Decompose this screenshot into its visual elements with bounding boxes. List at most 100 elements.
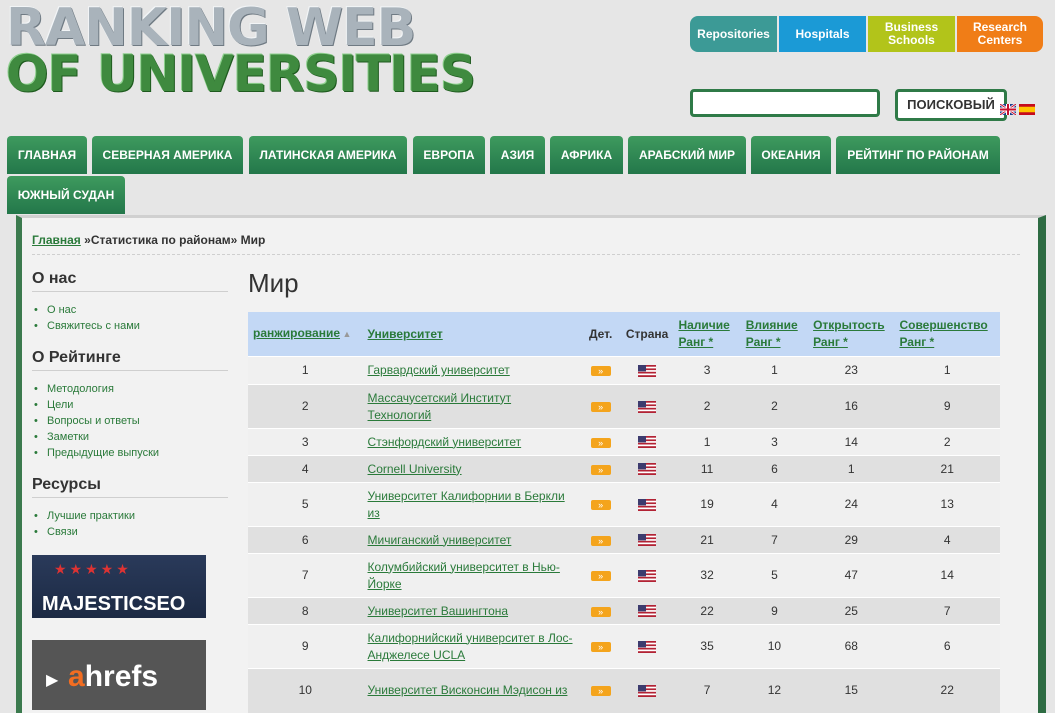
column-rank[interactable]: ранжирование ▲ [248,312,363,357]
details-button[interactable]: » [590,402,611,412]
sidebar-item-about-us[interactable]: О нас [32,302,140,318]
sidebar-item-notes[interactable]: Заметки [32,429,159,445]
nav-europe[interactable]: ЕВРОПА [413,136,485,174]
top-category-buttons: Repositories Hospitals Business Schools … [690,16,1043,52]
openness-rank-cell: 47 [808,553,895,598]
rank-cell: 8 [248,597,363,625]
majestic-seo-banner[interactable]: ★★★★★ MAJESTICSEO [32,555,206,618]
table-row: 6 Мичиганский университет » 21 7 29 4 [248,526,1000,554]
sidebar-item-best-practices[interactable]: Лучшие практики [32,508,135,524]
search-input[interactable] [690,89,880,117]
details-cell: » [580,526,621,554]
impact-rank-cell: 10 [740,624,809,669]
rank-cell: 7 [248,553,363,598]
nav-asia[interactable]: АЗИЯ [490,136,545,174]
sidebar-item-previous-editions[interactable]: Предыдущие выпуски [32,445,159,461]
column-university[interactable]: Университет [362,312,581,357]
impact-rank-cell: 12 [740,668,809,713]
research-centers-button[interactable]: Research Centers [957,16,1043,52]
sidebar-item-links[interactable]: Связи [32,524,135,540]
rank-cell: 5 [248,482,363,527]
country-cell [620,597,674,625]
openness-rank-cell: 14 [808,428,895,456]
nav-arab-world[interactable]: АРАБСКИЙ МИР [628,136,746,174]
nav-north-america[interactable]: СЕВЕРНАЯ АМЕРИКА [92,136,243,174]
excellence-rank-cell: 14 [894,553,1000,598]
university-link[interactable]: Университет Вашингтона [362,597,581,625]
ahrefs-label: ahrefs [68,660,159,693]
details-button[interactable]: » [590,642,611,652]
nav-latin-america[interactable]: ЛАТИНСКАЯ АМЕРИКА [249,136,407,174]
details-button[interactable]: » [590,535,611,546]
university-link[interactable]: Университет Калифорнии в Беркли из [362,482,581,527]
details-cell: » [580,597,621,625]
table-row: 10 Университет Висконсин Мэдисон из » 7 12 15… [248,668,1000,713]
country-cell [620,455,674,483]
table-row: 8 Университет Вашингтона » 22 9 25 7 [248,597,1000,625]
details-button[interactable]: » [590,686,611,697]
page-title: Мир [248,268,299,298]
uk-flag-icon[interactable] [1000,104,1016,115]
column-excellence[interactable]: Совершенство Ранг * [894,312,1000,357]
details-button[interactable]: » [590,571,611,581]
table-row: 7 Колумбийский университет в Нью-Йорке » 32… [248,553,1000,598]
impact-rank-cell: 1 [740,356,809,385]
nav-oceania[interactable]: ОКЕАНИЯ [751,136,831,174]
university-link[interactable]: Колумбийский университет в Нью-Йорке [362,553,581,598]
sidebar-item-faq[interactable]: Вопросы и ответы [32,413,159,429]
university-link[interactable]: Стэнфордский университет [362,428,581,456]
university-link[interactable]: Университет Висконсин Мэдисон из [362,668,581,713]
presence-rank-cell: 11 [673,455,741,483]
university-link[interactable]: Массачусетский Институт Технологий [362,384,581,429]
table-row: 2 Массачусетский Институт Технологий» 2 2 16… [248,384,1000,429]
excellence-rank-cell: 22 [894,668,1000,713]
excellence-rank-cell: 9 [894,384,1000,429]
table-row: 1 Гарвардский университет» 3 1 23 1 [248,356,1000,385]
university-link[interactable]: Cornell University [362,455,581,483]
sidebar-about-title: О нас [32,270,77,287]
details-cell: » [580,455,621,483]
presence-rank-cell: 35 [673,624,741,669]
us-flag-icon [638,605,657,618]
sidebar-item-methodology[interactable]: Методология [32,381,159,397]
details-button[interactable]: » [590,437,611,448]
sidebar-about-list: О нас Свяжитесь с нами [32,302,140,334]
nav-south-sudan[interactable]: ЮЖНЫЙ СУДАН [7,176,125,214]
us-flag-icon [638,463,657,476]
stars-icon: ★★★★★ [54,561,132,577]
majestic-seo-label: MAJESTICSEO [42,593,186,615]
ahrefs-banner[interactable]: ▶ ahrefs [32,640,206,710]
breadcrumb-trail: »Статистика по районам» Мир [80,233,266,247]
sort-arrow-icon: ▲ [340,329,352,339]
column-presence[interactable]: Наличие Ранг * [673,312,741,357]
us-flag-icon [638,534,657,547]
sidebar-divider [32,291,228,292]
details-cell: » [580,553,621,598]
repositories-button[interactable]: Repositories [690,16,777,52]
details-button[interactable]: » [590,606,611,617]
search-button[interactable]: ПОИСКОВЫЙ [895,89,1007,121]
university-link[interactable]: Гарвардский университет [362,356,581,385]
sidebar-resources-title: Ресурсы [32,476,101,493]
sidebar-item-contact[interactable]: Свяжитесь с нами [32,318,140,334]
column-openness[interactable]: Открытость Ранг * [808,312,895,357]
business-schools-button[interactable]: Business Schools [868,16,955,52]
us-flag-icon [638,400,657,413]
nav-ranking-by-region[interactable]: РЕЙТИНГ ПО РАЙОНАМ [836,136,1000,174]
column-impact[interactable]: Влияние Ранг * [740,312,809,357]
university-link[interactable]: Мичиганский университет [362,526,581,554]
spain-flag-icon[interactable] [1019,104,1035,115]
sidebar-item-objectives[interactable]: Цели [32,397,159,413]
details-button[interactable]: » [590,464,611,475]
university-link[interactable]: Калифорнийский университет в Лос-Анджеле… [362,624,581,669]
details-button[interactable]: » [590,366,611,376]
rank-cell: 10 [248,668,363,713]
ranking-table: ранжирование ▲ Университет Дет. Страна Н… [248,312,1000,713]
details-cell: » [580,384,621,429]
details-button[interactable]: » [590,500,611,510]
nav-africa[interactable]: АФРИКА [550,136,623,174]
breadcrumb-home-link[interactable]: Главная [32,233,81,247]
nav-home[interactable]: ГЛАВНАЯ [7,136,87,174]
site-logo[interactable]: RANKING WEB OF UNIVERSITIES [6,2,476,100]
hospitals-button[interactable]: Hospitals [779,16,866,52]
